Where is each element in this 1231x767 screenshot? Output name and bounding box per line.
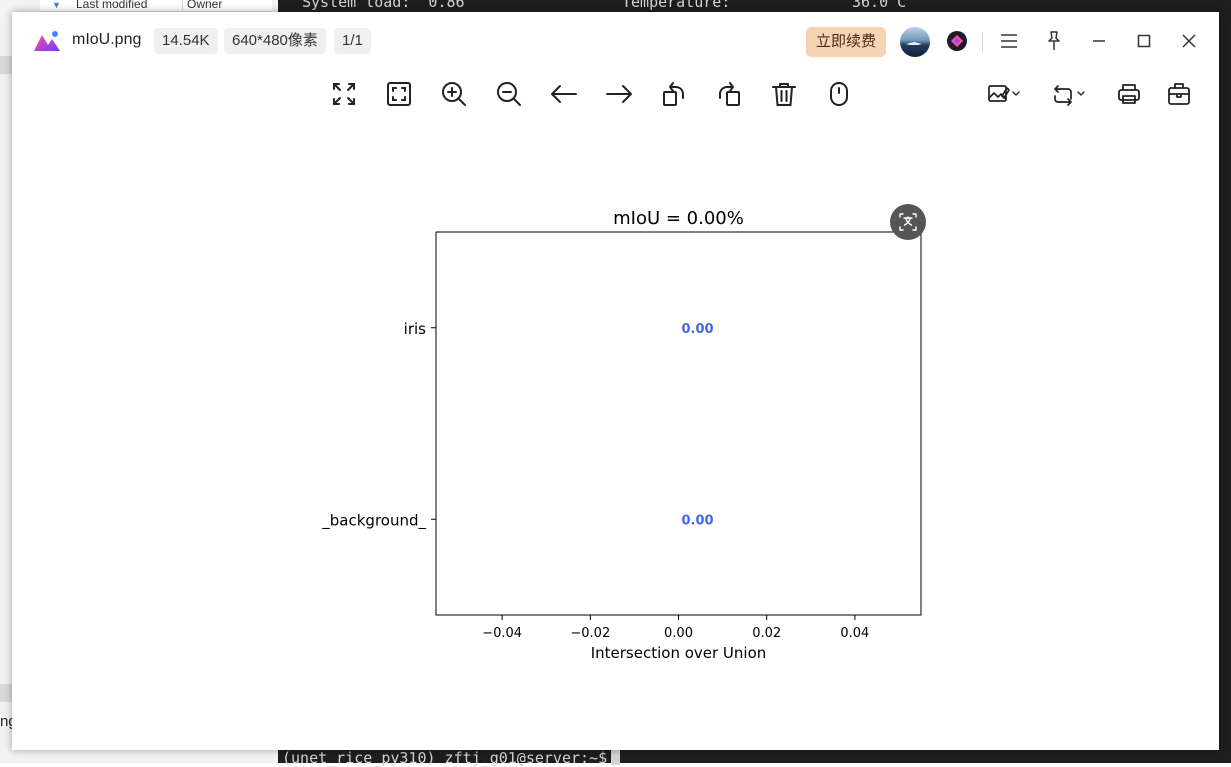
x-axis-label: Intersection over Union: [591, 644, 767, 662]
file-list-header: ▼ Last modified Owner: [40, 0, 272, 12]
terminal-line-temp-label: Temperature:: [622, 0, 730, 11]
file-manager-selection-marker: [0, 56, 12, 74]
column-last-modified[interactable]: Last modified: [76, 0, 147, 10]
file-manager-selection-marker: [0, 684, 12, 702]
translate-icon[interactable]: [890, 204, 926, 240]
x-tick-label: 0.02: [752, 626, 781, 641]
sort-down-icon: ▼: [52, 0, 61, 11]
terminal-line-load: System load: 0.86: [302, 0, 465, 11]
y-tick-label: _background_: [321, 511, 426, 530]
terminal-prompt-line[interactable]: (unet_rice_py310) zftj_g01@server:~$: [282, 749, 620, 767]
bar-value-label: 0.00: [682, 513, 714, 528]
x-tick-label: 0.00: [664, 626, 693, 641]
x-tick-label: −0.04: [482, 626, 522, 641]
chart-title: mIoU = 0.00%: [613, 208, 744, 229]
terminal-prompt: (unet_rice_py310) zftj_g01@server:~$: [282, 749, 607, 767]
x-tick-label: −0.02: [570, 626, 610, 641]
miou-chart: mIoU = 0.00% −0.04 −0.02 0.00 0.02 0.04 Inters…: [12, 12, 1219, 750]
terminal-line-temp-value: 36.0 C: [852, 0, 906, 11]
bar-value-label: 0.00: [682, 322, 714, 337]
y-tick-label: iris: [404, 320, 427, 338]
x-tick-label: 0.04: [840, 626, 869, 641]
column-owner[interactable]: Owner: [182, 0, 222, 10]
image-viewer-window: mIoU.png 14.54K 640*480像素 1/1 立即续费: [12, 12, 1219, 750]
image-canvas: mIoU = 0.00% −0.04 −0.02 0.00 0.02 0.04 Inters…: [12, 12, 1219, 750]
